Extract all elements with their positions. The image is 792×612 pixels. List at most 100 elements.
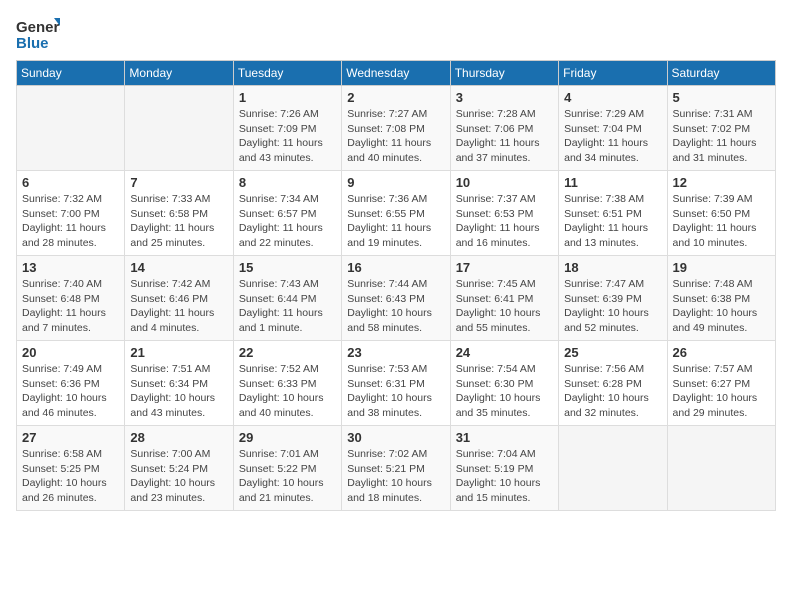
day-info: Sunrise: 7:57 AM Sunset: 6:27 PM Dayligh… <box>673 362 770 421</box>
day-info: Sunrise: 7:54 AM Sunset: 6:30 PM Dayligh… <box>456 362 553 421</box>
day-number: 16 <box>347 260 444 275</box>
calendar-cell: 3 Sunrise: 7:28 AM Sunset: 7:06 PM Daylig… <box>450 86 558 171</box>
calendar-cell: 31 Sunrise: 7:04 AM Sunset: 5:19 PM Dayli… <box>450 426 558 511</box>
calendar-cell: 1Sunrise: 7:26 AM Sunset: 7:09 PM Daylig… <box>233 86 341 171</box>
day-number: 7 <box>130 175 227 190</box>
day-number: 27 <box>22 430 119 445</box>
weekday-header: Saturday <box>667 61 775 86</box>
calendar-cell: 2 Sunrise: 7:27 AM Sunset: 7:08 PM Daylig… <box>342 86 450 171</box>
calendar-cell: 24 Sunrise: 7:54 AM Sunset: 6:30 PM Dayli… <box>450 341 558 426</box>
day-number: 1 <box>239 90 336 105</box>
day-info: Sunrise: 7:40 AM Sunset: 6:48 PM Dayligh… <box>22 277 119 336</box>
weekday-header: Sunday <box>17 61 125 86</box>
calendar-cell: 17Sunrise: 7:45 AM Sunset: 6:41 PM Dayli… <box>450 256 558 341</box>
calendar-cell: 15 Sunrise: 7:43 AM Sunset: 6:44 PM Dayli… <box>233 256 341 341</box>
day-info: Sunrise: 7:43 AM Sunset: 6:44 PM Dayligh… <box>239 277 336 336</box>
day-number: 3 <box>456 90 553 105</box>
day-number: 11 <box>564 175 661 190</box>
day-number: 8 <box>239 175 336 190</box>
calendar-week-row: 20 Sunrise: 7:49 AM Sunset: 6:36 PM Dayli… <box>17 341 776 426</box>
day-info: Sunrise: 7:33 AM Sunset: 6:58 PM Dayligh… <box>130 192 227 251</box>
calendar-cell: 30Sunrise: 7:02 AM Sunset: 5:21 PM Dayli… <box>342 426 450 511</box>
calendar-cell: 7 Sunrise: 7:33 AM Sunset: 6:58 PM Daylig… <box>125 171 233 256</box>
calendar-cell: 29Sunrise: 7:01 AM Sunset: 5:22 PM Dayli… <box>233 426 341 511</box>
calendar-cell: 26 Sunrise: 7:57 AM Sunset: 6:27 PM Dayli… <box>667 341 775 426</box>
logo: General Blue <box>16 16 60 52</box>
calendar-cell: 6 Sunrise: 7:32 AM Sunset: 7:00 PM Daylig… <box>17 171 125 256</box>
calendar-cell <box>667 426 775 511</box>
calendar-cell: 28 Sunrise: 7:00 AM Sunset: 5:24 PM Dayli… <box>125 426 233 511</box>
weekday-header: Wednesday <box>342 61 450 86</box>
day-info: Sunrise: 7:56 AM Sunset: 6:28 PM Dayligh… <box>564 362 661 421</box>
day-info: Sunrise: 7:52 AM Sunset: 6:33 PM Dayligh… <box>239 362 336 421</box>
day-number: 6 <box>22 175 119 190</box>
calendar-cell: 14Sunrise: 7:42 AM Sunset: 6:46 PM Dayli… <box>125 256 233 341</box>
calendar-week-row: 13Sunrise: 7:40 AM Sunset: 6:48 PM Dayli… <box>17 256 776 341</box>
day-number: 12 <box>673 175 770 190</box>
calendar-week-row: 27Sunrise: 6:58 AM Sunset: 5:25 PM Dayli… <box>17 426 776 511</box>
calendar-cell: 13Sunrise: 7:40 AM Sunset: 6:48 PM Dayli… <box>17 256 125 341</box>
day-info: Sunrise: 7:28 AM Sunset: 7:06 PM Dayligh… <box>456 107 553 166</box>
day-info: Sunrise: 7:47 AM Sunset: 6:39 PM Dayligh… <box>564 277 661 336</box>
calendar-cell: 12Sunrise: 7:39 AM Sunset: 6:50 PM Dayli… <box>667 171 775 256</box>
day-number: 23 <box>347 345 444 360</box>
day-number: 15 <box>239 260 336 275</box>
day-number: 21 <box>130 345 227 360</box>
day-number: 4 <box>564 90 661 105</box>
calendar-cell: 22 Sunrise: 7:52 AM Sunset: 6:33 PM Dayli… <box>233 341 341 426</box>
day-info: Sunrise: 7:51 AM Sunset: 6:34 PM Dayligh… <box>130 362 227 421</box>
calendar-cell: 4 Sunrise: 7:29 AM Sunset: 7:04 PM Daylig… <box>559 86 667 171</box>
calendar-cell: 20 Sunrise: 7:49 AM Sunset: 6:36 PM Dayli… <box>17 341 125 426</box>
calendar-cell <box>559 426 667 511</box>
day-number: 22 <box>239 345 336 360</box>
day-info: Sunrise: 7:00 AM Sunset: 5:24 PM Dayligh… <box>130 447 227 506</box>
day-info: Sunrise: 7:27 AM Sunset: 7:08 PM Dayligh… <box>347 107 444 166</box>
day-number: 18 <box>564 260 661 275</box>
calendar-cell: 5 Sunrise: 7:31 AM Sunset: 7:02 PM Daylig… <box>667 86 775 171</box>
day-number: 2 <box>347 90 444 105</box>
weekday-header: Monday <box>125 61 233 86</box>
day-number: 30 <box>347 430 444 445</box>
day-number: 19 <box>673 260 770 275</box>
calendar-cell: 11 Sunrise: 7:38 AM Sunset: 6:51 PM Dayli… <box>559 171 667 256</box>
day-info: Sunrise: 7:04 AM Sunset: 5:19 PM Dayligh… <box>456 447 553 506</box>
calendar-cell <box>125 86 233 171</box>
day-info: Sunrise: 7:38 AM Sunset: 6:51 PM Dayligh… <box>564 192 661 251</box>
day-number: 29 <box>239 430 336 445</box>
day-info: Sunrise: 7:44 AM Sunset: 6:43 PM Dayligh… <box>347 277 444 336</box>
calendar-cell: 10 Sunrise: 7:37 AM Sunset: 6:53 PM Dayli… <box>450 171 558 256</box>
weekday-header: Tuesday <box>233 61 341 86</box>
weekday-header: Friday <box>559 61 667 86</box>
calendar-cell <box>17 86 125 171</box>
day-number: 10 <box>456 175 553 190</box>
calendar-cell: 8Sunrise: 7:34 AM Sunset: 6:57 PM Daylig… <box>233 171 341 256</box>
day-info: Sunrise: 7:29 AM Sunset: 7:04 PM Dayligh… <box>564 107 661 166</box>
day-number: 31 <box>456 430 553 445</box>
day-number: 26 <box>673 345 770 360</box>
day-info: Sunrise: 7:36 AM Sunset: 6:55 PM Dayligh… <box>347 192 444 251</box>
day-info: Sunrise: 7:37 AM Sunset: 6:53 PM Dayligh… <box>456 192 553 251</box>
day-number: 17 <box>456 260 553 275</box>
calendar-cell: 18 Sunrise: 7:47 AM Sunset: 6:39 PM Dayli… <box>559 256 667 341</box>
calendar-cell: 9Sunrise: 7:36 AM Sunset: 6:55 PM Daylig… <box>342 171 450 256</box>
calendar-week-row: 1Sunrise: 7:26 AM Sunset: 7:09 PM Daylig… <box>17 86 776 171</box>
day-info: Sunrise: 7:32 AM Sunset: 7:00 PM Dayligh… <box>22 192 119 251</box>
day-info: Sunrise: 7:49 AM Sunset: 6:36 PM Dayligh… <box>22 362 119 421</box>
day-info: Sunrise: 7:31 AM Sunset: 7:02 PM Dayligh… <box>673 107 770 166</box>
calendar-cell: 27Sunrise: 6:58 AM Sunset: 5:25 PM Dayli… <box>17 426 125 511</box>
day-number: 5 <box>673 90 770 105</box>
calendar-cell: 16 Sunrise: 7:44 AM Sunset: 6:43 PM Dayli… <box>342 256 450 341</box>
calendar-cell: 23 Sunrise: 7:53 AM Sunset: 6:31 PM Dayli… <box>342 341 450 426</box>
day-number: 28 <box>130 430 227 445</box>
calendar-week-row: 6 Sunrise: 7:32 AM Sunset: 7:00 PM Daylig… <box>17 171 776 256</box>
weekday-header-row: SundayMondayTuesdayWednesdayThursdayFrid… <box>17 61 776 86</box>
day-number: 20 <box>22 345 119 360</box>
calendar-cell: 19 Sunrise: 7:48 AM Sunset: 6:38 PM Dayli… <box>667 256 775 341</box>
day-number: 24 <box>456 345 553 360</box>
calendar-cell: 21 Sunrise: 7:51 AM Sunset: 6:34 PM Dayli… <box>125 341 233 426</box>
svg-text:General: General <box>16 19 60 36</box>
day-info: Sunrise: 7:53 AM Sunset: 6:31 PM Dayligh… <box>347 362 444 421</box>
svg-text:Blue: Blue <box>16 35 49 52</box>
weekday-header: Thursday <box>450 61 558 86</box>
day-info: Sunrise: 7:48 AM Sunset: 6:38 PM Dayligh… <box>673 277 770 336</box>
